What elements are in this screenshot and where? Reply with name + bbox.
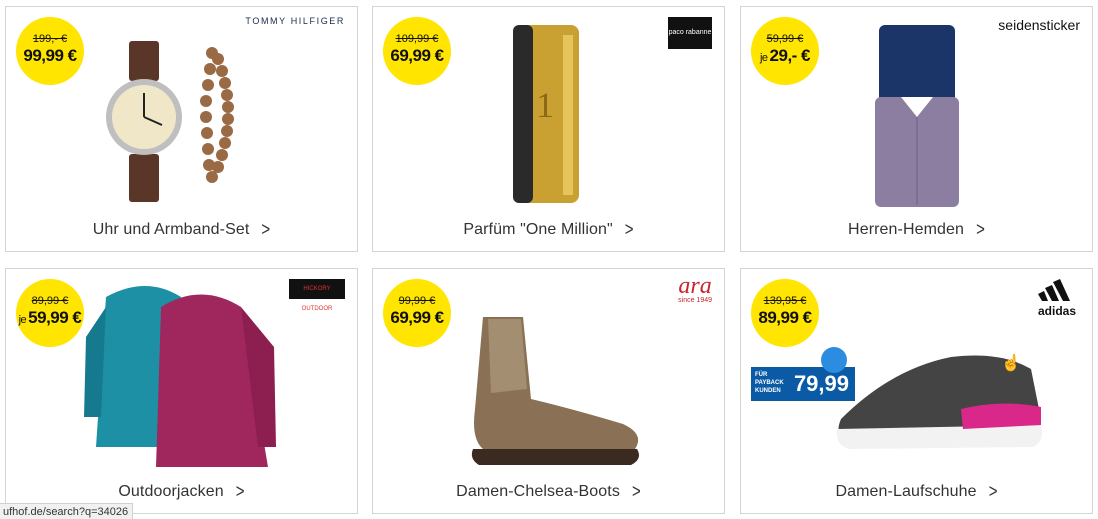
sale-price: 89,99 € [758, 308, 812, 327]
product-card-chelsea-boots[interactable]: 99,99 € 69,99 € ara since 1949 Damen-Che… [372, 268, 725, 514]
product-label[interactable]: Outdoorjacken > [6, 480, 357, 503]
watch-bracelet-image [106, 41, 234, 202]
product-name: Outdoorjacken [118, 483, 224, 500]
old-price: 139,95 € [763, 295, 807, 307]
chevron-right-icon: > [624, 218, 634, 241]
brand-name: TOMMY HILFIGER [245, 16, 345, 26]
product-card-perfume[interactable]: 109,99 € 69,99 € paco rabanne 1 Parfüm "… [372, 6, 725, 252]
product-name: Herren-Hemden [848, 221, 965, 238]
product-name: Parfüm "One Million" [463, 221, 613, 238]
jackets-image [84, 286, 276, 467]
boot-image [471, 317, 639, 465]
product-label[interactable]: Parfüm "One Million" > [373, 218, 724, 241]
product-name: Uhr und Armband-Set [92, 221, 250, 238]
chevron-right-icon: > [976, 218, 985, 241]
perfume-bottle-image: 1 [513, 25, 579, 203]
product-card-outdoor-jackets[interactable]: 89,99 € je 59,99 € HICKORY OUTDOOR Outdoo… [5, 268, 358, 514]
adidas-stripes-icon [1038, 279, 1070, 301]
brand-name: adidas [1037, 304, 1076, 318]
chevron-right-icon: > [261, 218, 271, 241]
product-card-shirts[interactable]: 59,99 € je 29,- € seidensticker Herren-He… [740, 6, 1093, 252]
product-label[interactable]: Damen-Laufschuhe > [741, 480, 1092, 503]
hand-cursor-icon: ☝ [1001, 355, 1021, 372]
chevron-right-icon: > [988, 480, 998, 503]
svg-text:1: 1 [536, 85, 554, 125]
product-label[interactable]: Damen-Chelsea-Boots > [373, 480, 724, 503]
shirts-image [875, 25, 959, 207]
product-card-running-shoes[interactable]: 139,95 € 89,99 € adidas FÜR PAYBACK KUND… [740, 268, 1093, 514]
status-bar-url: ufhof.de/search?q=34026 [0, 503, 134, 519]
product-label[interactable]: Herren-Hemden > [741, 218, 1092, 241]
product-name: Damen-Chelsea-Boots [456, 483, 620, 500]
product-card-watch-set[interactable]: 199,- € 99,99 € TOMMY HILFIGER Uhr und A… [5, 6, 358, 252]
product-label[interactable]: Uhr und Armband-Set > [6, 218, 357, 241]
product-name: Damen-Laufschuhe [835, 483, 977, 500]
chevron-right-icon: > [235, 480, 245, 503]
brand-logo-tommy-hilfiger: TOMMY HILFIGER [245, 16, 345, 26]
brand-logo-adidas: adidas [1034, 279, 1080, 318]
chevron-right-icon: > [631, 480, 641, 503]
